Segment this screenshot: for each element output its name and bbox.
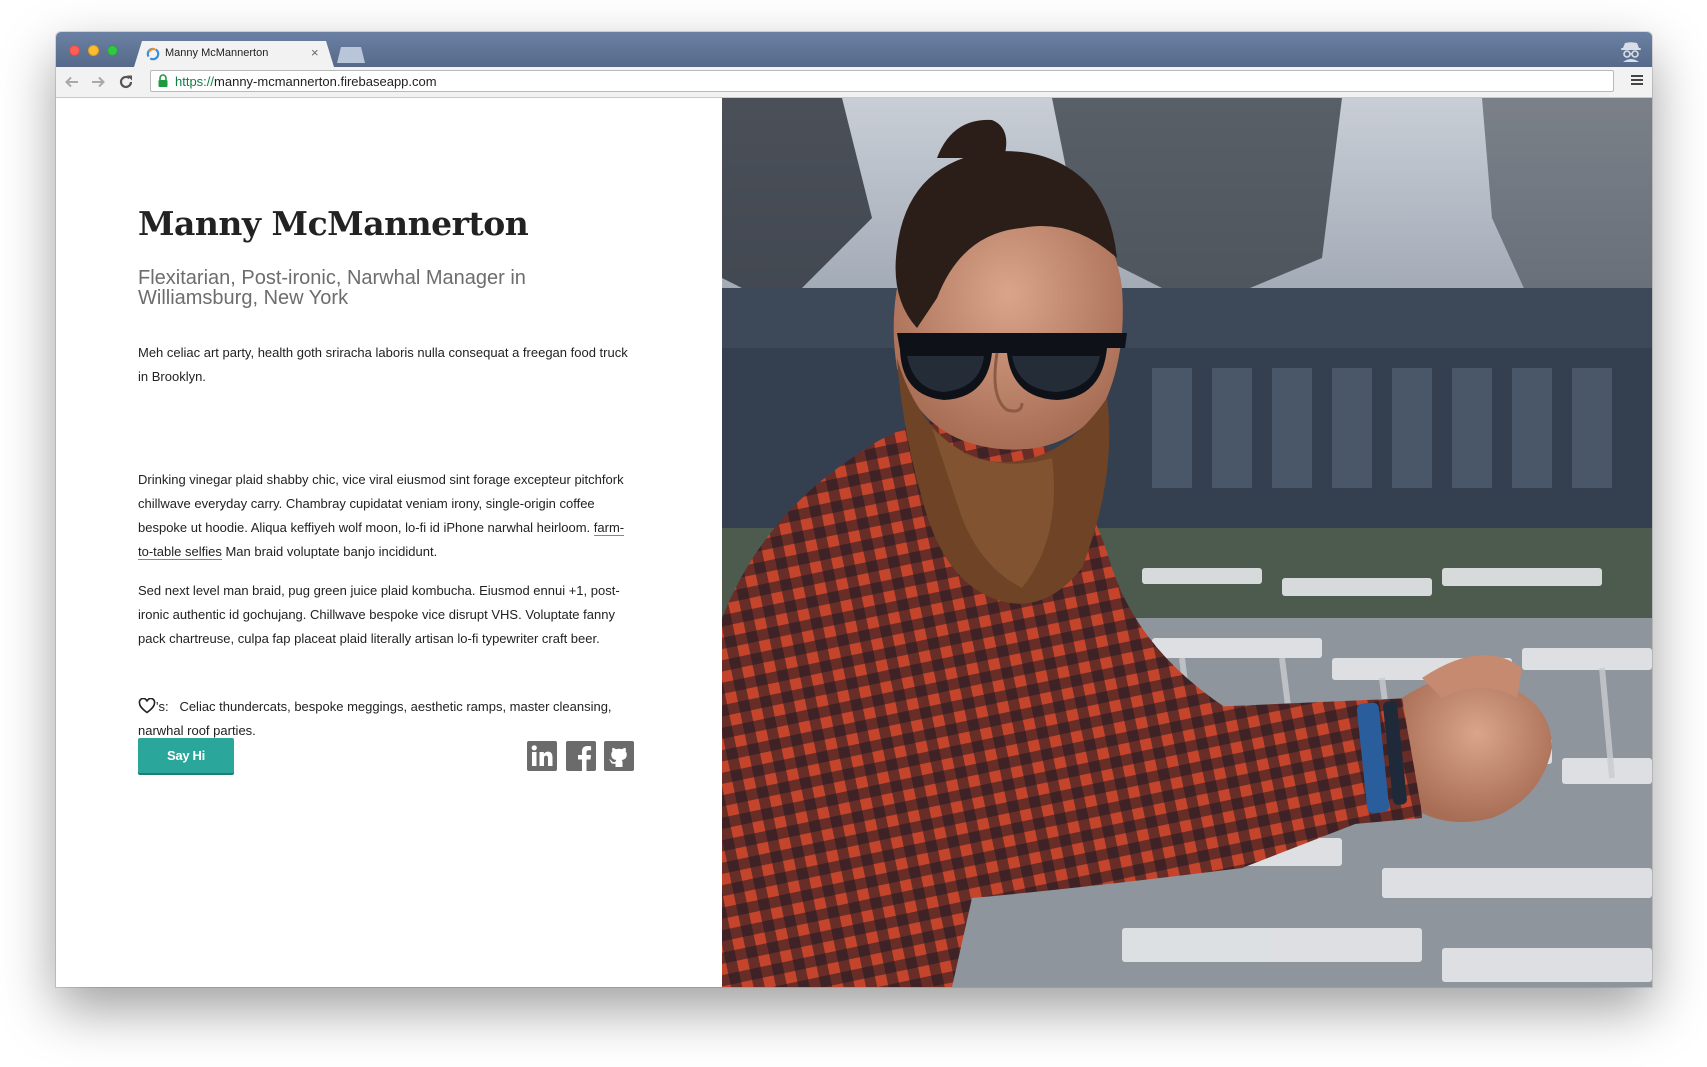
bio-paragraph-1: Meh celiac art party, health goth srirac… (138, 345, 628, 384)
hero-photo (722, 98, 1652, 987)
bio-paragraph-3: Sed next level man braid, pug green juic… (138, 583, 620, 646)
url-text[interactable]: https://manny-mcmannerton.firebaseapp.co… (175, 74, 437, 89)
likes-line: 's: Celiac thundercats, bespoke meggings… (138, 695, 638, 743)
back-icon[interactable] (62, 72, 82, 92)
likes-suffix: 's: (156, 699, 169, 714)
bearded-man-photo (722, 98, 1652, 987)
heart-icon (138, 698, 156, 714)
bio-paragraph-2-text: Drinking vinegar plaid shabby chic, vice… (138, 472, 624, 535)
address-bar[interactable]: https://manny-mcmannerton.firebaseapp.co… (150, 70, 1614, 92)
likes-text: Celiac thundercats, bespoke meggings, ae… (138, 699, 612, 738)
bio-paragraph-2-tail: Man braid voluptate banjo incididunt. (225, 544, 438, 559)
github-icon[interactable] (604, 741, 634, 771)
forward-icon[interactable] (88, 72, 108, 92)
profile-panel: Manny McMannerton Flexitarian, Post-iron… (56, 98, 722, 987)
tab-close-icon[interactable]: × (311, 45, 319, 61)
url-scheme: https:// (175, 74, 215, 89)
facebook-icon[interactable] (566, 741, 596, 771)
page-title: Manny McMannerton (138, 204, 529, 243)
incognito-icon (1621, 42, 1641, 62)
window-maximize-button[interactable] (107, 45, 118, 56)
bio-paragraph-2: Drinking vinegar plaid shabby chic, vice… (138, 468, 638, 564)
profile-tagline: Flexitarian, Post-ironic, Narwhal Manage… (138, 267, 526, 309)
title-bar: Manny McMannerton × (56, 32, 1652, 67)
window-minimize-button[interactable] (88, 45, 99, 56)
say-hi-button[interactable]: Say Hi (138, 738, 234, 773)
linkedin-icon[interactable] (527, 741, 557, 771)
new-tab-button[interactable] (337, 47, 365, 63)
browser-tab[interactable]: Manny McMannerton × (134, 41, 334, 67)
tab-title: Manny McMannerton (165, 47, 269, 59)
lock-icon (158, 74, 168, 87)
browser-toolbar: https://manny-mcmannerton.firebaseapp.co… (56, 67, 1652, 98)
reload-icon[interactable] (116, 72, 136, 92)
url-host: manny-mcmannerton.firebaseapp.com (214, 74, 437, 89)
page-content: Manny McMannerton Flexitarian, Post-iron… (56, 98, 1652, 987)
window-close-button[interactable] (69, 45, 80, 56)
browser-window: Manny McMannerton × https://manny-mcmann… (56, 32, 1652, 987)
menu-icon[interactable] (1630, 73, 1644, 87)
favicon-icon (146, 47, 160, 61)
